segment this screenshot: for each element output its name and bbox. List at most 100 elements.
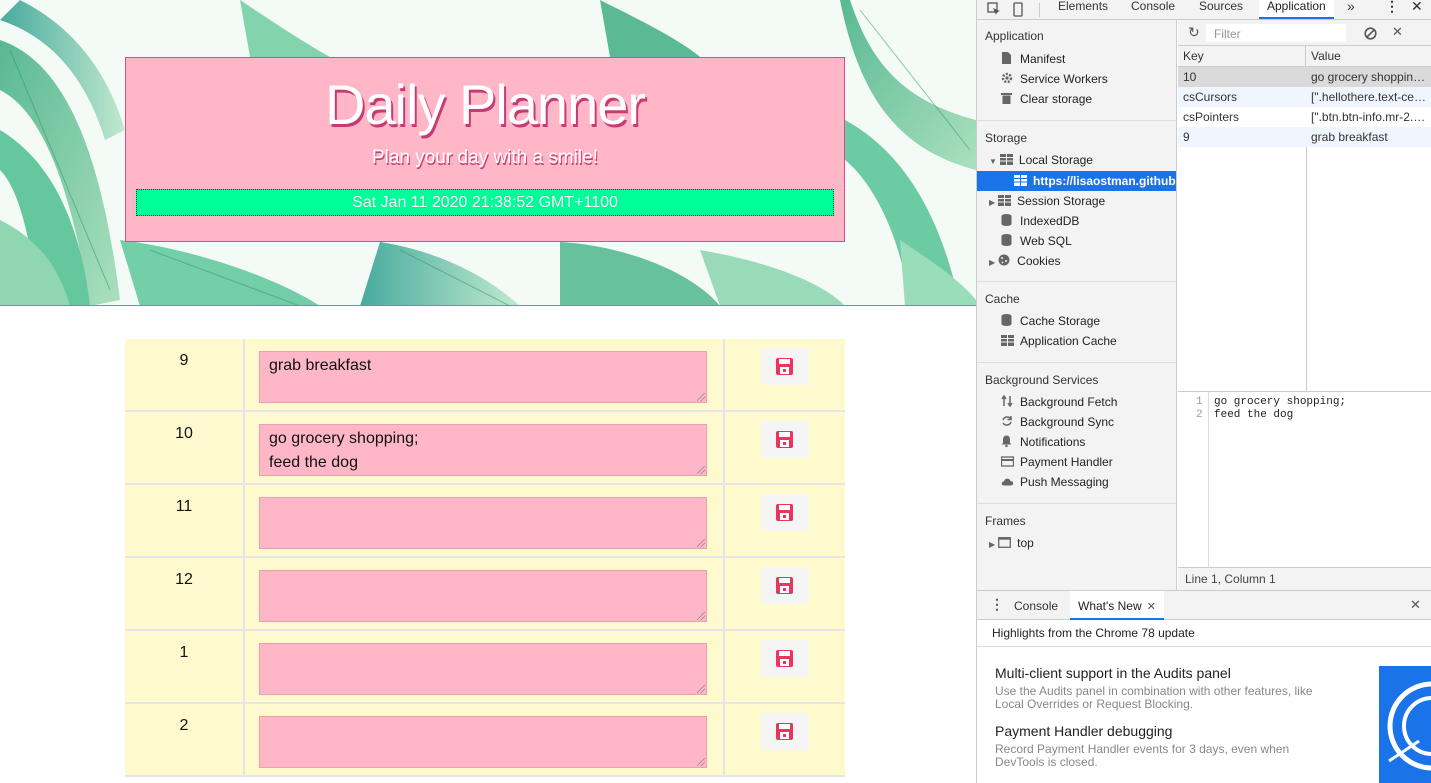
table-row[interactable]: csCursors [".hellothere.text-ce… [1178, 87, 1431, 107]
drawer-tab-console[interactable]: Console [1014, 599, 1058, 613]
save-cell [725, 412, 845, 485]
trash-icon [1001, 90, 1014, 104]
kebab-menu-icon[interactable]: ⋮ [1385, 0, 1399, 19]
floppy-disk-icon [776, 431, 793, 448]
sidebar-item-local-storage[interactable]: ▼ Local Storage [989, 150, 1093, 170]
save-button[interactable] [761, 421, 809, 458]
sidebar-item-notifications[interactable]: Notifications [1001, 432, 1085, 452]
sidebar-item-web-sql[interactable]: Web SQL [1001, 231, 1072, 251]
expand-right-icon[interactable]: ▶ [989, 540, 995, 549]
drawer-menu-icon[interactable]: ⋮ [990, 596, 1004, 613]
tab-console[interactable]: Console [1131, 0, 1175, 19]
hour-label: 9 [125, 339, 245, 412]
save-button[interactable] [761, 640, 809, 677]
sidebar-item-payment-handler[interactable]: Payment Handler [1000, 452, 1113, 472]
whats-new-heading: Highlights from the Chrome 78 update [977, 620, 1431, 647]
resize-grip-icon[interactable] [697, 466, 705, 474]
save-button[interactable] [761, 567, 809, 604]
task-textarea[interactable] [259, 497, 707, 549]
task-textarea[interactable]: grab breakfast [259, 351, 707, 403]
delete-selected-icon[interactable]: ✕ [1392, 24, 1403, 40]
more-tabs-button[interactable]: » [1347, 0, 1355, 19]
time-block-row: 10 go grocery shopping; feed the dog [125, 412, 845, 485]
sidebar-item-background-sync[interactable]: Background Sync [1001, 412, 1114, 432]
resize-grip-icon[interactable] [697, 539, 705, 547]
time-block-row: 1 [125, 631, 845, 704]
table-icon [1001, 332, 1014, 346]
close-drawer-icon[interactable]: ✕ [1410, 597, 1421, 613]
sidebar-item-frame-top[interactable]: ▶ top [989, 533, 1034, 553]
sidebar-item-application-cache[interactable]: Application Cache [1001, 331, 1117, 351]
column-header-value[interactable]: Value [1306, 46, 1431, 66]
floppy-disk-icon [776, 504, 793, 521]
resize-grip-icon[interactable] [697, 685, 705, 693]
expand-down-icon[interactable]: ▼ [989, 157, 997, 166]
table-icon [998, 192, 1012, 206]
frame-icon [998, 534, 1012, 548]
tab-elements[interactable]: Elements [1058, 0, 1108, 19]
device-toolbar-icon[interactable] [1013, 2, 1025, 17]
storage-grid-header: Key Value [1178, 46, 1431, 67]
task-textarea[interactable] [259, 643, 707, 695]
sidebar-header-frames: Frames [985, 514, 1026, 528]
arrows-updown-icon [1001, 393, 1014, 408]
filter-input[interactable]: Filter [1206, 24, 1346, 42]
tab-sources[interactable]: Sources [1199, 0, 1243, 19]
column-header-key[interactable]: Key [1178, 46, 1306, 66]
application-sidebar: Application Manifest Service Workers Cle… [977, 20, 1177, 590]
sidebar-item-background-fetch[interactable]: Background Fetch [1001, 392, 1117, 412]
floppy-disk-icon [776, 650, 793, 667]
resize-grip-icon[interactable] [697, 393, 705, 401]
close-devtools-icon[interactable]: ✕ [1411, 0, 1423, 19]
clear-all-icon[interactable] [1364, 27, 1377, 40]
sidebar-item-clear-storage[interactable]: Clear storage [1001, 89, 1092, 109]
table-row[interactable]: csPointers [".btn.btn-info.mr-2.… [1178, 107, 1431, 127]
task-cell [245, 485, 725, 558]
filter-placeholder: Filter [1214, 27, 1241, 41]
expand-right-icon[interactable]: ▶ [989, 258, 995, 267]
sidebar-item-indexeddb[interactable]: IndexedDB [1001, 211, 1079, 231]
status-bar: Line 1, Column 1 [1178, 567, 1431, 590]
value-preview: 1 go grocery shopping; 2 feed the dog [1178, 391, 1431, 567]
line-number: 2 [1196, 409, 1203, 421]
sidebar-item-manifest[interactable]: Manifest [1001, 49, 1065, 69]
task-cell: go grocery shopping; feed the dog [245, 412, 725, 485]
save-button[interactable] [761, 348, 809, 385]
task-textarea[interactable] [259, 716, 707, 768]
sidebar-item-cache-storage[interactable]: Cache Storage [1001, 311, 1100, 331]
floppy-disk-icon [776, 358, 793, 375]
refresh-icon[interactable]: ↻ [1188, 24, 1200, 41]
sidebar-header-cache: Cache [985, 292, 1020, 306]
cookie-icon [998, 252, 1011, 266]
close-tab-icon[interactable]: ✕ [1147, 601, 1156, 613]
task-textarea[interactable]: go grocery shopping; feed the dog [259, 424, 707, 476]
inspect-element-icon[interactable] [987, 2, 1001, 16]
sidebar-item-service-workers[interactable]: Service Workers [1001, 69, 1108, 89]
screen: Daily Planner Plan your day with a smile… [0, 0, 1431, 783]
task-cell [245, 631, 725, 704]
drawer-tab-whats-new[interactable]: What's New ✕ [1070, 591, 1164, 620]
table-row[interactable]: 9 grab breakfast [1178, 127, 1431, 147]
resize-grip-icon[interactable] [697, 758, 705, 766]
sidebar-item-local-storage-origin[interactable]: https://lisaostman.github.io [1014, 171, 1176, 191]
current-datetime: Sat Jan 11 2020 21:38:52 GMT+1100 [136, 189, 834, 216]
sidebar-divider [977, 503, 1176, 504]
tab-application[interactable]: Application [1259, 0, 1334, 19]
time-block-row: 2 [125, 704, 845, 777]
sidebar-item-session-storage[interactable]: ▶ Session Storage [989, 191, 1105, 211]
news-title[interactable]: Multi-client support in the Audits panel [995, 665, 1231, 681]
sidebar-item-push-messaging[interactable]: Push Messaging [1001, 472, 1109, 492]
news-title[interactable]: Payment Handler debugging [995, 723, 1172, 739]
feature-thumbnail [1379, 666, 1431, 783]
table-row[interactable]: 10 go grocery shoppin… [1178, 67, 1431, 87]
expand-right-icon[interactable]: ▶ [989, 198, 995, 207]
hour-label: 10 [125, 412, 245, 485]
key-cell: 9 [1183, 130, 1190, 144]
resize-grip-icon[interactable] [697, 612, 705, 620]
sidebar-item-cookies[interactable]: ▶ Cookies [989, 251, 1061, 271]
task-cell [245, 558, 725, 631]
save-button[interactable] [761, 494, 809, 531]
save-button[interactable] [761, 713, 809, 750]
task-cell [245, 704, 725, 777]
task-textarea[interactable] [259, 570, 707, 622]
